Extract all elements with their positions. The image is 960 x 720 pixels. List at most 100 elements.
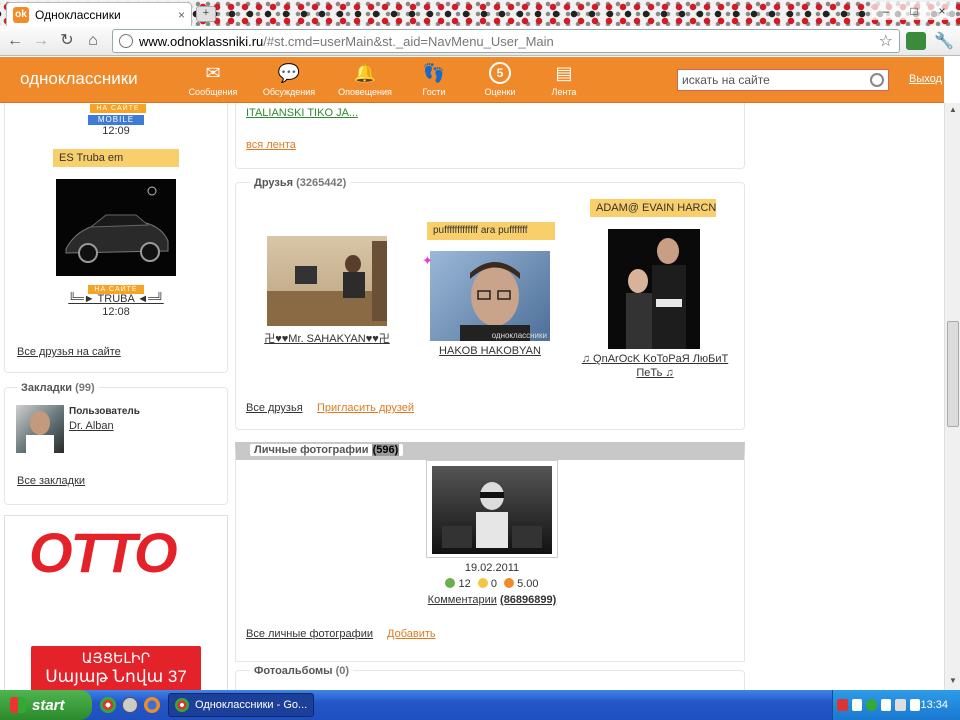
chrome-icon xyxy=(175,698,189,712)
maximize-button[interactable]: □ xyxy=(900,2,928,20)
friend-name-link-3-line1[interactable]: ♫ QnArOcK KoToPaЯ ЛюБиТ xyxy=(566,353,744,365)
nav-discussions-label: Обсуждения xyxy=(262,87,316,97)
chrome-quicklaunch-icon[interactable] xyxy=(100,697,116,713)
address-bar[interactable]: www.odnoklassniki.ru /#st.cmd=userMain&s… xyxy=(112,29,900,53)
windows-taskbar: start Одноклассники - Go... 13:34 xyxy=(0,690,960,720)
comments-label[interactable]: Комментарии xyxy=(428,594,497,606)
friend-photo-car[interactable] xyxy=(56,179,176,276)
photo-date: 19.02.2011 xyxy=(464,562,520,574)
site-search-placeholder: искать на сайте xyxy=(682,73,770,87)
taskbar-clock: 13:34 xyxy=(920,699,948,711)
page-content: НА САЙТЕ MOBILE 12:09 ES Truba em НА САЙ… xyxy=(0,103,944,690)
nav-notifications-label: Оповещения xyxy=(338,87,392,97)
friend-photo-1[interactable] xyxy=(267,236,387,326)
tab-close-icon[interactable]: × xyxy=(178,8,185,22)
photo-rating: 5.00 xyxy=(517,578,539,590)
photo-stats: 12 0 5.00 xyxy=(426,578,558,590)
otto-ad-banner[interactable]: OTTO ԱՅՑԵԼԻՐ Սայաթ Նովա 37 xyxy=(4,515,228,690)
nav-notifications[interactable]: 🔔 Оповещения xyxy=(333,62,397,97)
site-search-input[interactable]: искать на сайте xyxy=(677,69,889,91)
albums-title: Фотоальбомы (0) xyxy=(250,665,354,677)
back-arrow-icon[interactable]: ← xyxy=(4,31,26,51)
comments-count[interactable]: (86896899) xyxy=(500,594,556,606)
friends-title-text: Друзья xyxy=(254,177,294,189)
app-quicklaunch-icon[interactable] xyxy=(122,697,138,713)
nav-ratings[interactable]: 5 Оценки xyxy=(468,62,532,97)
close-window-button[interactable]: × xyxy=(928,2,956,20)
site-header: одноклассники ✉ Сообщения 💬 Обсуждения 🔔… xyxy=(0,57,944,103)
nav-feed[interactable]: ▤ Лента xyxy=(532,62,596,97)
ad-line2: Սայաթ Նովա 37 xyxy=(45,667,187,686)
photo-comments-link[interactable]: Комментарии (86896899) xyxy=(406,594,578,606)
feed-panel: ITALIANSKI TIKO JA... вся лента xyxy=(235,103,745,169)
start-button[interactable]: start xyxy=(0,690,92,720)
scrollbar-thumb[interactable] xyxy=(947,321,959,427)
nav-discussions[interactable]: 💬 Обсуждения xyxy=(257,62,321,97)
friend-name-link-3-line2[interactable]: ПеТь ♫ xyxy=(566,367,744,379)
url-path: /#st.cmd=userMain&st._aid=NavMenu_User_M… xyxy=(263,33,554,49)
browser-tab[interactable]: ok Одноклассники × xyxy=(6,2,192,26)
forward-arrow-icon[interactable]: → xyxy=(30,31,52,51)
taskbar-window-chrome[interactable]: Одноклассники - Go... xyxy=(168,693,314,717)
globe-icon xyxy=(119,34,133,48)
bookmark-avatar[interactable] xyxy=(16,405,64,453)
friend-last-seen: 12:08 xyxy=(102,306,130,318)
tray-app-icon[interactable] xyxy=(851,699,863,711)
friend-name-link[interactable]: ╚═► TRUBA ◄═╝ xyxy=(45,293,187,305)
network-icon[interactable] xyxy=(895,699,906,711)
home-icon[interactable]: ⌂ xyxy=(82,31,104,51)
friend-photo-3[interactable] xyxy=(608,229,700,349)
online-badge: НА САЙТЕ xyxy=(90,104,146,113)
wrench-menu-icon[interactable]: 🔧 xyxy=(934,31,954,51)
window-controls: – □ × xyxy=(872,2,956,20)
system-tray: 13:34 xyxy=(832,690,960,720)
firefox-quicklaunch-icon[interactable] xyxy=(144,697,160,713)
new-tab-button[interactable]: + xyxy=(196,6,216,22)
extension-icon[interactable] xyxy=(906,32,926,50)
all-friends-online-link[interactable]: Все друзья на сайте xyxy=(17,346,121,358)
all-feed-link[interactable]: вся лента xyxy=(246,139,296,151)
add-photo-link[interactable]: Добавить xyxy=(387,628,436,640)
photo-albums-panel: Фотоальбомы (0) xyxy=(235,665,745,690)
bookmark-name-link[interactable]: Dr. Alban xyxy=(69,420,114,432)
personal-photo[interactable] xyxy=(432,466,552,554)
personal-photos-title-text: Личные фотографии xyxy=(254,444,369,456)
friend-photo-2[interactable]: одноклассники xyxy=(430,251,550,341)
tray-app-icon[interactable] xyxy=(837,699,848,711)
friends-title: Друзья (3265442) xyxy=(250,177,351,189)
minimize-button[interactable]: – xyxy=(872,2,900,20)
envelope-icon: ✉ xyxy=(205,63,221,83)
photo-likes: 12 xyxy=(458,578,471,590)
bookmark-star-icon[interactable]: ☆ xyxy=(879,31,893,51)
nav-messages[interactable]: ✉ Сообщения xyxy=(181,62,245,97)
online-friends-panel: НА САЙТЕ MOBILE 12:09 ES Truba em НА САЙ… xyxy=(4,103,228,373)
tray-app-icon[interactable] xyxy=(866,699,877,711)
ad-address-box: ԱՅՑԵԼԻՐ Սայաթ Նովա 37 xyxy=(31,646,201,690)
site-logo[interactable]: одноклассники xyxy=(20,69,138,89)
page-scrollbar[interactable]: ▲ ▼ xyxy=(944,103,960,690)
albums-title-text: Фотоальбомы xyxy=(254,665,333,677)
reload-icon[interactable]: ↻ xyxy=(56,31,78,51)
friend-name-link-1[interactable]: 卍♥♥Mr. SAHAKYAN♥♥卍 xyxy=(236,330,418,346)
invite-friends-link[interactable]: Пригласить друзей xyxy=(317,402,414,414)
tab-title: Одноклассники xyxy=(35,7,121,22)
search-icon[interactable] xyxy=(870,73,884,87)
bookmarks-title-text: Закладки xyxy=(21,382,73,394)
volume-icon[interactable] xyxy=(909,699,921,711)
nav-guests[interactable]: 👣 Гости xyxy=(402,62,466,97)
windows-flag-icon xyxy=(10,697,26,713)
otto-logo: OTTO xyxy=(29,521,178,584)
scroll-down-arrow-icon[interactable]: ▼ xyxy=(947,676,959,688)
scroll-up-arrow-icon[interactable]: ▲ xyxy=(947,105,959,117)
bookmarks-count: (99) xyxy=(75,382,95,394)
nav-messages-label: Сообщения xyxy=(188,87,238,97)
tray-app-icon[interactable] xyxy=(880,699,892,711)
friend-name-link-2[interactable]: HAKOB HAKOBYAN xyxy=(400,345,580,357)
rating-five-icon: 5 xyxy=(489,62,511,84)
all-friends-link[interactable]: Все друзья xyxy=(246,402,303,414)
all-bookmarks-link[interactable]: Все закладки xyxy=(17,475,85,487)
all-personal-photos-link[interactable]: Все личные фотографии xyxy=(246,628,373,640)
odnoklassniki-favicon-icon: ok xyxy=(13,6,29,23)
feed-item-link[interactable]: ITALIANSKI TIKO JA... xyxy=(246,107,358,119)
logout-link[interactable]: Выход xyxy=(909,73,942,85)
